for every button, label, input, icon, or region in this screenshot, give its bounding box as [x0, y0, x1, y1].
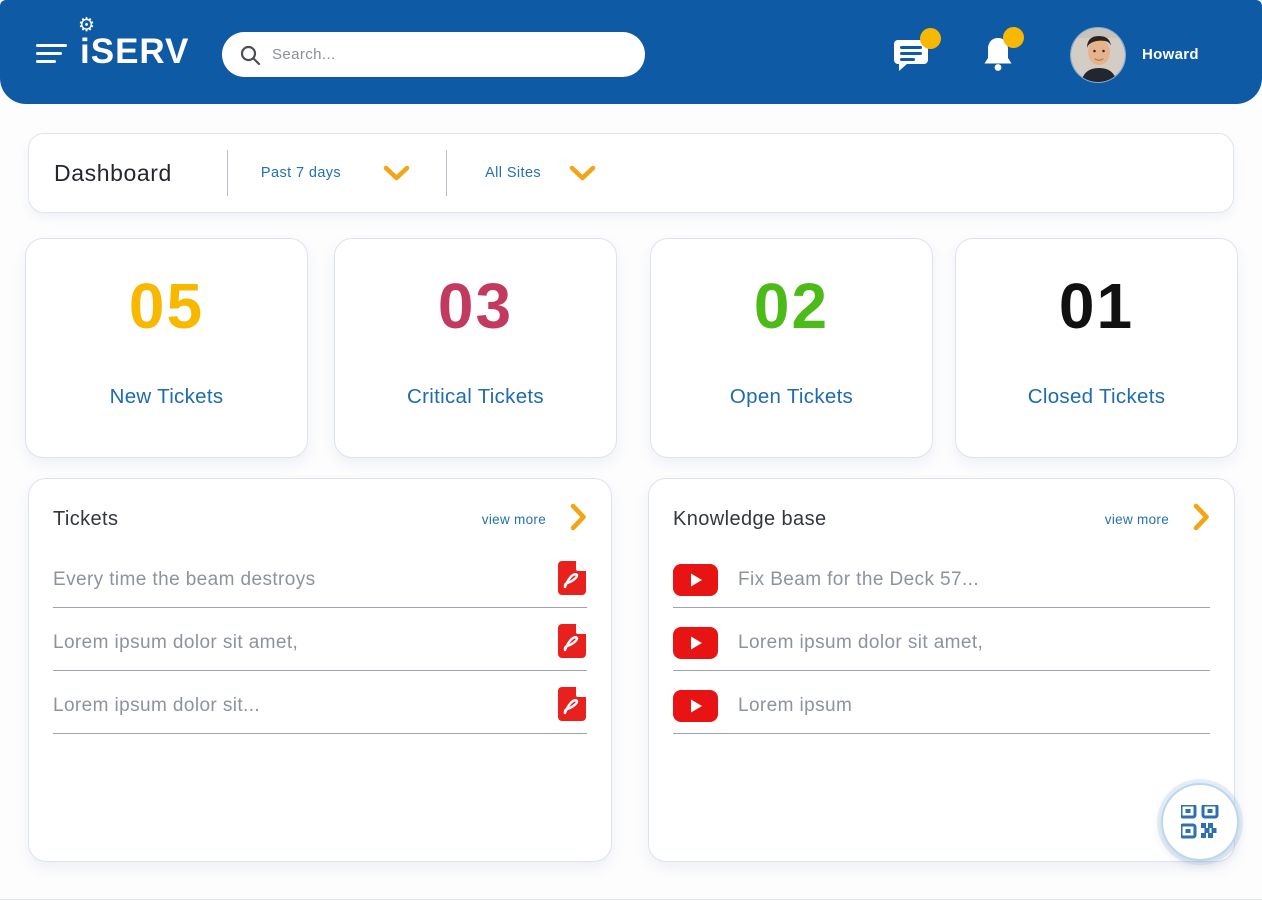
- chevron-down-icon: [383, 165, 410, 182]
- ticket-list-item[interactable]: Lorem ipsum dolor sit...: [53, 671, 587, 734]
- tickets-panel-title: Tickets: [53, 508, 482, 531]
- search-bar[interactable]: [222, 32, 645, 77]
- knowledge-base-panel: Knowledge base view more Fix Beam for th…: [648, 478, 1235, 862]
- page-title: Dashboard: [54, 160, 172, 187]
- chevron-down-icon: [569, 165, 596, 182]
- ticket-list-item[interactable]: Every time the beam destroys: [53, 545, 587, 608]
- youtube-icon: [673, 564, 718, 596]
- stat-card-closed-tickets[interactable]: 01 Closed Tickets: [955, 238, 1238, 458]
- knowledge-text: Lorem ipsum dolor sit amet,: [738, 632, 1210, 654]
- ticket-text: Lorem ipsum dolor sit amet,: [53, 632, 557, 654]
- pdf-icon: [557, 623, 587, 659]
- ticket-list-item[interactable]: Lorem ipsum dolor sit amet,: [53, 608, 587, 671]
- divider: [227, 150, 228, 196]
- knowledge-text: Fix Beam for the Deck 57...: [738, 569, 1210, 591]
- knowledge-list-item[interactable]: Fix Beam for the Deck 57...: [673, 545, 1210, 608]
- knowledge-list-item[interactable]: Lorem ipsum: [673, 671, 1210, 734]
- knowledge-list-item[interactable]: Lorem ipsum dolor sit amet,: [673, 608, 1210, 671]
- qr-code-button[interactable]: [1161, 783, 1239, 861]
- stat-value: 03: [438, 269, 513, 343]
- stat-value: 05: [129, 269, 204, 343]
- chevron-right-icon[interactable]: [570, 503, 587, 536]
- stat-value: 02: [754, 269, 829, 343]
- search-icon: [238, 43, 262, 67]
- youtube-icon: [673, 690, 718, 722]
- stat-label: Critical Tickets: [407, 385, 544, 409]
- messages-button[interactable]: [893, 37, 933, 78]
- tickets-panel: Tickets view more Every time the beam de…: [28, 478, 612, 862]
- ticket-text: Every time the beam destroys: [53, 569, 557, 591]
- dashboard-page: ⚙ iSERV: [0, 0, 1262, 900]
- date-range-dropdown[interactable]: Past 7 days: [261, 165, 410, 182]
- app-logo: ⚙ iSERV: [80, 26, 189, 78]
- pdf-icon: [557, 686, 587, 722]
- stat-card-new-tickets[interactable]: 05 New Tickets: [25, 238, 308, 458]
- knowledge-text: Lorem ipsum: [738, 695, 1210, 717]
- notifications-badge: [1003, 27, 1024, 48]
- knowledge-view-more-link[interactable]: view more: [1105, 512, 1169, 527]
- chevron-right-icon[interactable]: [1193, 503, 1210, 536]
- notifications-button[interactable]: [980, 36, 1016, 79]
- stat-card-critical-tickets[interactable]: 03 Critical Tickets: [334, 238, 617, 458]
- stat-label: New Tickets: [110, 385, 224, 409]
- hamburger-menu-icon[interactable]: [36, 44, 68, 66]
- gear-icon: ⚙: [78, 16, 95, 35]
- qr-code-icon: [1181, 805, 1219, 839]
- messages-badge: [920, 28, 941, 49]
- site-value: All Sites: [485, 165, 541, 181]
- logo-text: iSERV: [80, 32, 189, 71]
- user-name: Howard: [1142, 46, 1199, 63]
- pdf-icon: [557, 560, 587, 596]
- stat-value: 01: [1059, 269, 1134, 343]
- site-dropdown[interactable]: All Sites: [485, 165, 596, 182]
- knowledge-panel-title: Knowledge base: [673, 508, 1105, 531]
- ticket-text: Lorem ipsum dolor sit...: [53, 695, 557, 717]
- divider: [446, 150, 447, 196]
- top-navbar: ⚙ iSERV: [0, 0, 1262, 104]
- tickets-view-more-link[interactable]: view more: [482, 512, 546, 527]
- stat-label: Closed Tickets: [1028, 385, 1166, 409]
- youtube-icon: [673, 627, 718, 659]
- stat-label: Open Tickets: [730, 385, 853, 409]
- user-avatar[interactable]: [1070, 27, 1126, 83]
- filter-bar: Dashboard Past 7 days All Sites: [28, 133, 1234, 213]
- date-range-value: Past 7 days: [261, 165, 341, 181]
- stat-card-open-tickets[interactable]: 02 Open Tickets: [650, 238, 933, 458]
- search-input[interactable]: [272, 46, 629, 63]
